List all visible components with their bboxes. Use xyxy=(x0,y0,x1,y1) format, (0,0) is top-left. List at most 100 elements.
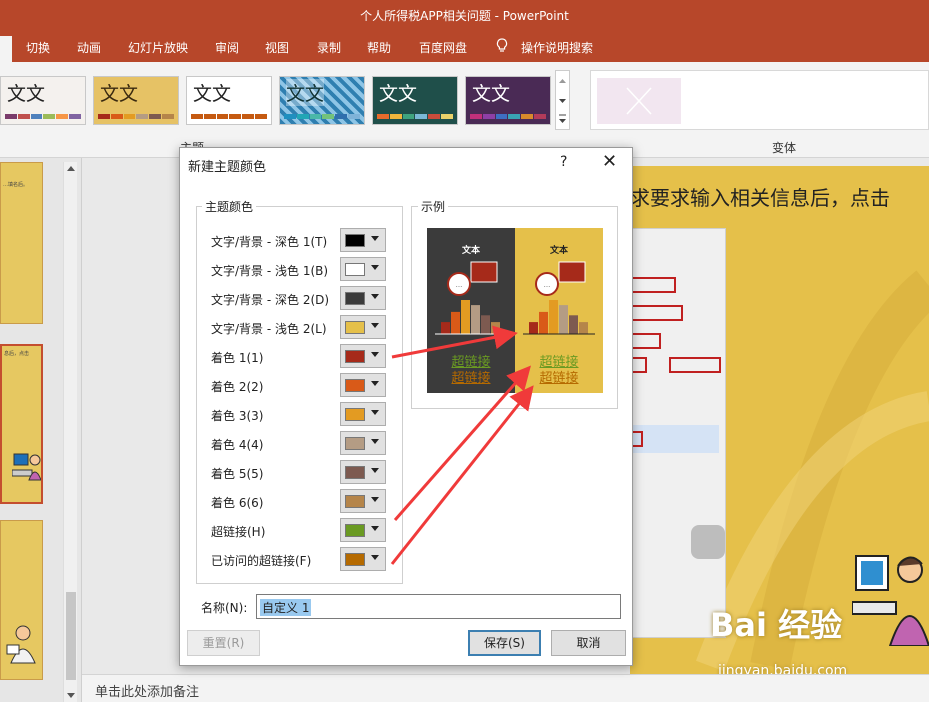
sample-chart-bar xyxy=(441,322,450,334)
slide-thumbnail[interactable]: …填名后。 xyxy=(0,162,43,324)
sample-ellipsis: ... xyxy=(544,281,551,289)
color-picker-dropdown[interactable] xyxy=(340,402,386,426)
slide-thumbnail[interactable] xyxy=(0,520,43,680)
theme-gallery-scroll[interactable] xyxy=(555,70,570,130)
color-picker-dropdown[interactable] xyxy=(340,344,386,368)
color-picker-dropdown[interactable] xyxy=(340,489,386,513)
theme-thumb-text: 文文 xyxy=(379,83,418,105)
theme-thumb-1[interactable]: 文文 xyxy=(0,76,86,125)
color-swatch xyxy=(345,350,365,363)
close-icon[interactable]: ✕ xyxy=(602,151,617,172)
lightbulb-icon xyxy=(496,38,508,52)
color-picker-dropdown[interactable] xyxy=(340,431,386,455)
tell-me-search[interactable]: 操作说明搜索 xyxy=(521,39,593,56)
theme-thumb-text: 文文 xyxy=(193,83,232,105)
color-row-label: 着色 6(6) xyxy=(211,496,264,510)
save-button[interactable]: 保存(S) xyxy=(468,630,541,656)
highlight-box xyxy=(631,333,661,349)
color-swatch xyxy=(345,408,365,421)
color-row-label: 文字/背景 - 浅色 1(B) xyxy=(211,264,329,278)
chevron-down-icon xyxy=(371,526,379,531)
color-picker-dropdown[interactable] xyxy=(340,460,386,484)
color-picker-dropdown[interactable] xyxy=(340,373,386,397)
theme-thumb-3[interactable]: 文文 xyxy=(186,76,272,125)
tab-record[interactable]: 录制 xyxy=(317,39,341,56)
tab-animations[interactable]: 动画 xyxy=(77,39,101,56)
theme-color-bar xyxy=(470,114,546,119)
current-slide[interactable]: 求要求输入相关信息后，点击 xyxy=(630,166,929,674)
tab-slideshow[interactable]: 幻灯片放映 xyxy=(128,39,188,56)
color-picker-dropdown[interactable] xyxy=(340,257,386,281)
scroll-down-icon xyxy=(67,693,75,698)
tab-help[interactable]: 帮助 xyxy=(367,39,391,56)
color-swatch xyxy=(345,524,365,537)
color-row-label: 着色 5(5) xyxy=(211,467,264,481)
theme-thumb-2[interactable]: 文文 xyxy=(93,76,179,125)
theme-thumb-text: 文文 xyxy=(7,83,46,105)
sample-ellipsis: ... xyxy=(456,281,463,289)
color-picker-dropdown[interactable] xyxy=(340,228,386,252)
sample-chart-bar xyxy=(559,305,568,334)
theme-thumb-4[interactable]: 文文 xyxy=(279,76,365,125)
variants-group-label: 变体 xyxy=(772,141,797,155)
variant-placeholder-icon xyxy=(626,87,652,115)
theme-color-bar xyxy=(284,114,360,119)
color-row-label: 文字/背景 - 深色 1(T) xyxy=(211,235,328,249)
help-button[interactable]: ? xyxy=(560,154,567,170)
sample-light-half: 文本 ... 超链接 超链接 xyxy=(515,228,603,393)
theme-color-bar xyxy=(5,114,81,119)
sample-heading: 文本 xyxy=(549,246,568,256)
theme-thumb-text: 文文 xyxy=(472,83,511,105)
slides-panel-scrollbar[interactable] xyxy=(63,162,77,702)
color-swatch xyxy=(345,495,365,508)
computer-person-icon xyxy=(12,453,41,481)
sample-visited-link: 超链接 xyxy=(539,371,579,386)
variant-thumb[interactable] xyxy=(597,78,681,124)
color-picker-dropdown[interactable] xyxy=(340,286,386,310)
scrollbar-thumb[interactable] xyxy=(66,592,76,680)
tab-baidu-netdisk[interactable]: 百度网盘 xyxy=(419,39,467,56)
theme-thumb-6[interactable]: 文文 xyxy=(465,76,551,125)
tab-view[interactable]: 视图 xyxy=(265,39,289,56)
name-label: 名称(N): xyxy=(201,601,248,615)
sample-chart-bar xyxy=(529,322,538,334)
color-row-label: 着色 4(4) xyxy=(211,438,264,452)
tab-review[interactable]: 审阅 xyxy=(215,39,239,56)
assistive-touch-icon xyxy=(691,525,725,559)
highlight-box xyxy=(631,277,676,293)
theme-color-bar xyxy=(191,114,267,119)
new-theme-colors-dialog: 新建主题颜色 ? ✕ 主题颜色 文字/背景 - 深色 1(T) 文字/背景 - 浅… xyxy=(179,147,633,666)
slide-thumbnail-text: 息后，点击 xyxy=(4,351,30,357)
color-picker-dropdown[interactable] xyxy=(340,547,386,571)
cancel-button[interactable]: 取消 xyxy=(551,630,626,656)
tab-transitions[interactable]: 切换 xyxy=(26,39,50,56)
chevron-down-icon xyxy=(371,352,379,357)
active-tab-stub[interactable] xyxy=(0,36,12,62)
highlight-box xyxy=(669,357,721,373)
chevron-down-icon xyxy=(371,294,379,299)
color-swatch xyxy=(345,553,365,566)
sample-heading: 文本 xyxy=(461,246,480,256)
chevron-down-icon xyxy=(371,468,379,473)
color-swatch xyxy=(345,466,365,479)
slide-thumbnail-selected[interactable]: 息后，点击 xyxy=(0,344,43,504)
color-swatch xyxy=(345,379,365,392)
color-picker-dropdown[interactable] xyxy=(340,518,386,542)
sample-chart-bar xyxy=(451,311,460,334)
reset-button[interactable]: 重置(R) xyxy=(187,630,260,656)
color-picker-dropdown[interactable] xyxy=(340,315,386,339)
phone-screenshot-image xyxy=(630,228,726,638)
notes-pane[interactable]: 单击此处添加备注 xyxy=(82,674,929,702)
sample-preview: 文本 ... 超链接 超链接 文本 ... 超链接 超链接 xyxy=(427,228,603,393)
color-row-label: 着色 2(2) xyxy=(211,380,264,394)
name-input[interactable]: 自定义 1 xyxy=(256,594,621,619)
sample-shape xyxy=(558,261,586,283)
theme-thumb-5[interactable]: 文文 xyxy=(372,76,458,125)
sample-chart-bar xyxy=(491,322,500,334)
sample-chart-bar xyxy=(539,311,548,334)
dialog-title: 新建主题颜色 xyxy=(188,160,267,175)
sample-chart-bar xyxy=(481,315,490,334)
color-row-label: 文字/背景 - 深色 2(D) xyxy=(211,293,330,307)
color-row-label: 超链接(H) xyxy=(211,525,266,539)
color-row-label: 文字/背景 - 浅色 2(L) xyxy=(211,322,327,336)
